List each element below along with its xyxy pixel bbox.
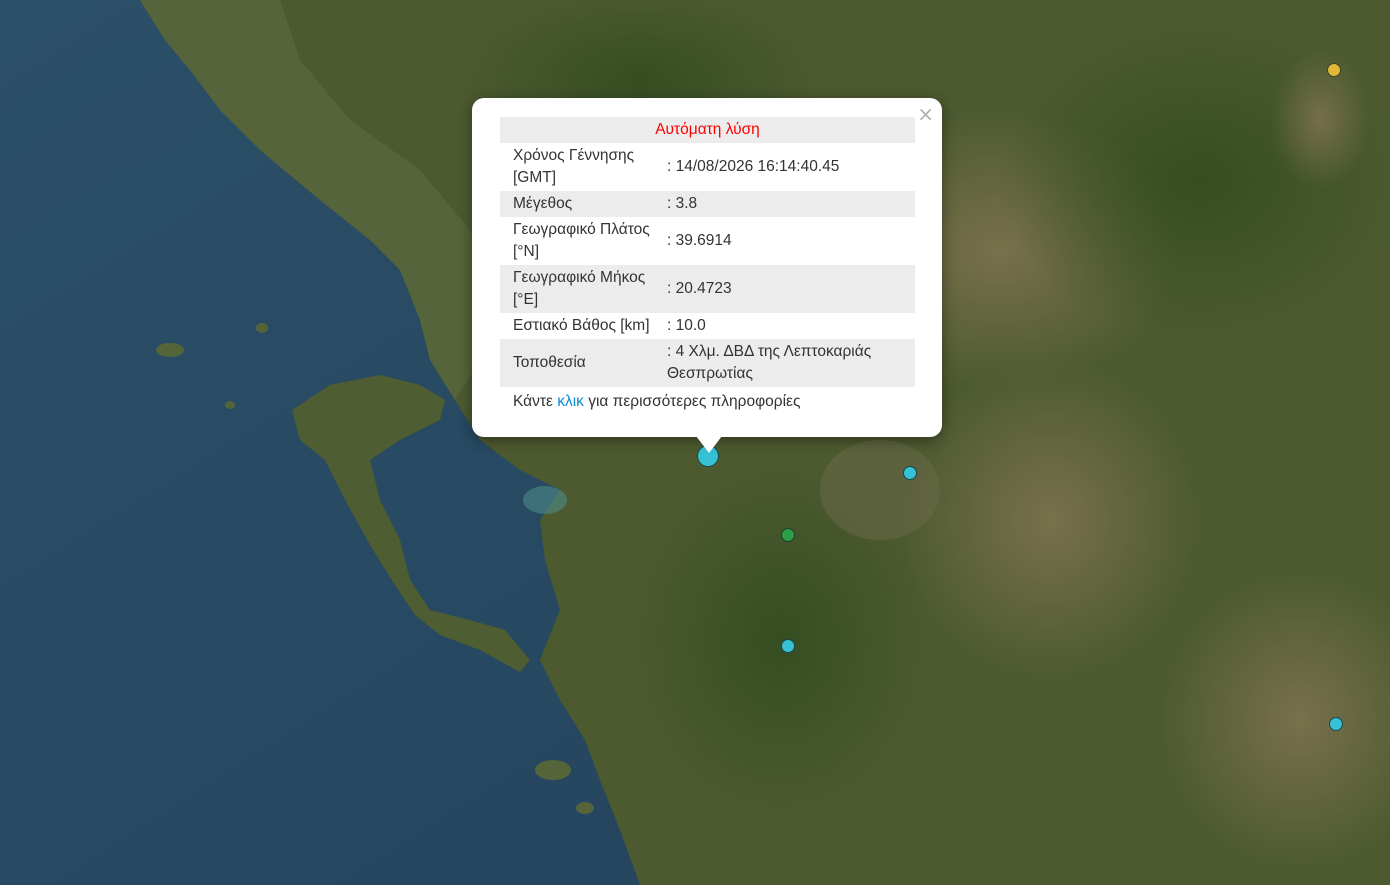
earthquake-marker[interactable] <box>1327 63 1341 77</box>
latitude-label: Γεωγραφικό Πλάτος [°N] <box>513 221 650 260</box>
depth-label: Εστιακό Βάθος [km] <box>513 317 650 334</box>
shallow-water <box>523 486 567 514</box>
valley <box>820 440 940 540</box>
close-icon[interactable]: × <box>917 104 934 124</box>
longitude-label: Γεωγραφικό Μήκος [°E] <box>500 265 663 313</box>
location-value: : 4 Χλμ. ΔΒΔ της Λεπτοκαριάς Θεσπρωτίας <box>663 339 915 387</box>
magnitude-value: : 3.8 <box>663 191 915 217</box>
mountain-range <box>900 360 1200 680</box>
magnitude-label: Μέγεθος <box>500 191 663 217</box>
earthquake-marker[interactable] <box>781 639 795 653</box>
earthquake-marker[interactable] <box>903 466 917 480</box>
popup-tip <box>696 436 722 453</box>
islet <box>156 343 184 357</box>
islet <box>535 760 571 780</box>
more-info-text: Κάντε κλικ για περισσότερες πληροφορίες <box>500 387 915 415</box>
map-view[interactable]: × Αυτόματη λύση Χρόνος Γέννησης [GMT] : 1… <box>0 0 1390 885</box>
location-label: Τοποθεσία <box>500 339 663 387</box>
solution-type-title: Αυτόματη λύση <box>500 117 915 143</box>
earthquake-info-popup: × Αυτόματη λύση Χρόνος Γέννησης [GMT] : 1… <box>472 98 942 437</box>
earthquake-marker[interactable] <box>1329 717 1343 731</box>
more-info-suffix: για περισσότερες πληροφορίες <box>583 393 801 410</box>
islet <box>576 802 594 814</box>
mountain-range <box>1270 50 1370 190</box>
islet <box>225 401 235 409</box>
more-info-link[interactable]: κλικ <box>557 393 584 410</box>
earthquake-info-table: Αυτόματη λύση Χρόνος Γέννησης [GMT] : 14/… <box>500 117 915 415</box>
latitude-value: : 39.6914 <box>667 232 732 249</box>
islet <box>256 323 268 333</box>
earthquake-marker[interactable] <box>781 528 795 542</box>
origin-time-label: Χρόνος Γέννησης [GMT] <box>513 147 635 186</box>
longitude-value: : 20.4723 <box>663 265 915 313</box>
depth-value: : 10.0 <box>667 317 706 334</box>
origin-time-value: : 14/08/2026 16:14:40.45 <box>667 158 840 175</box>
more-info-prefix: Κάντε <box>513 393 558 410</box>
